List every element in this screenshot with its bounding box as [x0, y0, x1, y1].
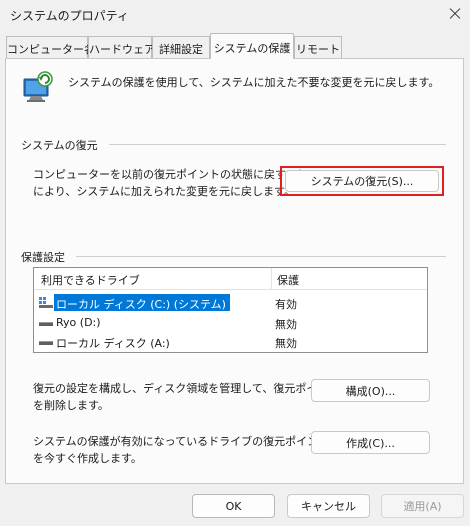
create-text-line1: システムの保護が有効になっているドライブの復元ポイント — [33, 435, 330, 448]
restore-description-line1: コンピューターを以前の復元ポイントの状態に戻すこと — [33, 168, 308, 181]
close-icon[interactable] — [446, 5, 464, 23]
restore-description-line2: により、システムに加えられた変更を元に戻します。 — [33, 185, 295, 198]
list-header: 利用できるドライブ 保護 — [34, 268, 427, 290]
apply-button[interactable]: 適用(A) — [381, 494, 464, 518]
table-row[interactable]: ローカル ディスク (A:) 無効 — [34, 332, 427, 351]
protection-section-divider — [76, 256, 446, 257]
table-row[interactable]: Ryo (D:) 無効 — [34, 313, 427, 332]
drive-protection: 有効 — [275, 298, 297, 311]
column-header-protection[interactable]: 保護 — [277, 272, 299, 288]
ok-button[interactable]: OK — [192, 494, 275, 518]
restore-section-divider — [109, 144, 446, 145]
protection-section-title: 保護設定 — [21, 251, 65, 264]
tab-computer-name[interactable]: コンピューター名 — [6, 36, 95, 58]
drive-name: ローカル ディスク (A:) — [56, 337, 170, 350]
drive-name: Ryo (D:) — [56, 316, 101, 329]
title-bar[interactable]: システムのプロパティ — [0, 0, 470, 30]
drive-protection: 無効 — [275, 318, 297, 331]
drive-icon — [39, 341, 53, 345]
column-separator[interactable] — [271, 268, 272, 290]
create-button[interactable]: 作成(C)... — [311, 431, 430, 454]
restore-section-title: システムの復元 — [21, 139, 98, 152]
system-protection-icon — [23, 71, 53, 102]
tab-advanced[interactable]: 詳細設定 — [152, 36, 210, 58]
cancel-button[interactable]: キャンセル — [287, 494, 370, 518]
tab-system-protection[interactable]: システムの保護 — [210, 33, 294, 59]
intro-text: システムの保護を使用して、システムに加えた不要な変更を元に戻します。 — [68, 76, 440, 89]
configure-button[interactable]: 構成(O)... — [311, 379, 430, 402]
drive-name: ローカル ディスク (C:) (システム) — [54, 294, 230, 311]
column-header-drive[interactable]: 利用できるドライブ — [41, 272, 140, 288]
system-drive-icon — [39, 297, 53, 308]
configure-text-line2: を削除します。 — [33, 399, 109, 412]
system-restore-button[interactable]: システムの復元(S)... — [285, 170, 439, 192]
create-text-line2: を今すぐ作成します。 — [33, 452, 142, 465]
drive-icon — [39, 322, 53, 326]
configure-text-line1: 復元の設定を構成し、ディスク領域を管理して、復元ポイント — [33, 382, 340, 395]
drive-list[interactable]: 利用できるドライブ 保護 ローカル ディスク (C:) (システム) 有効 Ry… — [33, 267, 428, 353]
drive-protection: 無効 — [275, 337, 297, 350]
window-title: システムのプロパティ — [10, 9, 129, 23]
tab-remote[interactable]: リモート — [294, 36, 342, 58]
tab-hardware[interactable]: ハードウェア — [88, 36, 155, 58]
table-row[interactable]: ローカル ディスク (C:) (システム) 有効 — [34, 293, 427, 312]
